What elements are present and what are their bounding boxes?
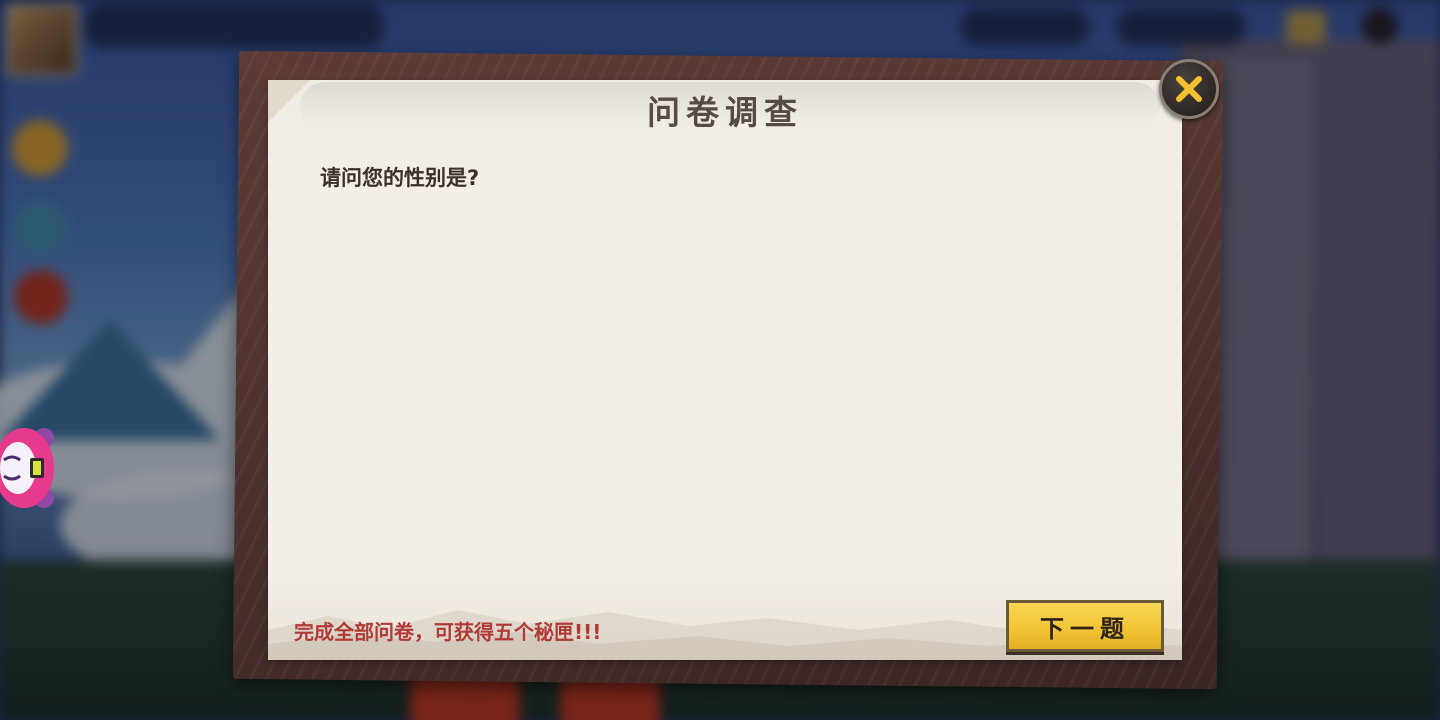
dialog-title: 问卷调查: [647, 93, 803, 132]
game-screen: 问卷调查 请问您的性别是? 完成全部问卷，可获得五个秘匣!!! 下一题: [0, 0, 1440, 720]
close-icon: [1176, 76, 1202, 102]
next-question-button[interactable]: 下一题: [1006, 600, 1164, 652]
reward-hint-text: 完成全部问卷，可获得五个秘匣!!!: [294, 620, 602, 644]
next-question-label: 下一题: [1040, 613, 1130, 643]
survey-question: 请问您的性别是?: [320, 166, 480, 190]
close-button[interactable]: [1159, 59, 1219, 119]
mascot-icon[interactable]: [0, 426, 62, 510]
